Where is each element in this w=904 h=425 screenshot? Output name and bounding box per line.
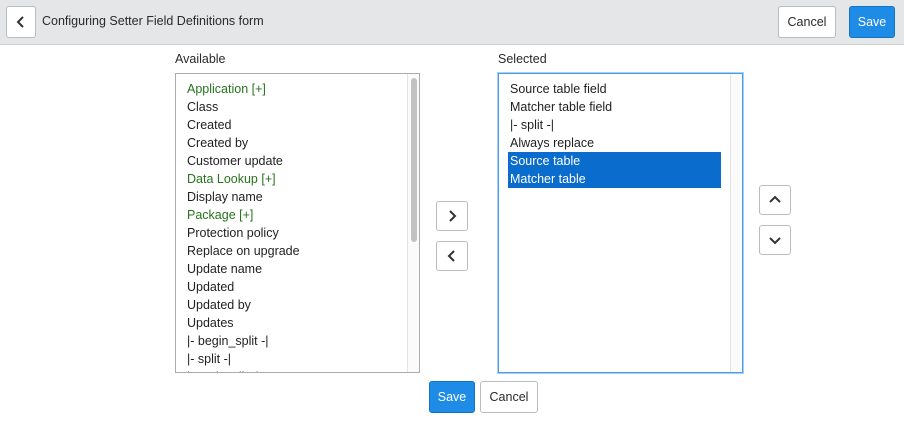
selected-item[interactable]: Matcher table bbox=[508, 170, 721, 188]
page-title: Configuring Setter Field Definitions for… bbox=[42, 14, 264, 28]
available-scrollbar[interactable] bbox=[407, 74, 419, 372]
available-item[interactable]: Customer update bbox=[176, 152, 405, 170]
footer-cancel-button[interactable]: Cancel bbox=[480, 381, 538, 413]
selected-item[interactable]: Source table field bbox=[499, 80, 728, 98]
available-item[interactable]: Display name bbox=[176, 188, 405, 206]
available-item[interactable]: Update name bbox=[176, 260, 405, 278]
available-item[interactable]: Replace on upgrade bbox=[176, 242, 405, 260]
available-item[interactable]: Updated by bbox=[176, 296, 405, 314]
selected-item[interactable]: |- split -| bbox=[499, 116, 728, 134]
scrollbar-thumb[interactable] bbox=[411, 78, 417, 242]
selected-item[interactable]: Always replace bbox=[499, 134, 728, 152]
selected-item[interactable]: Source table bbox=[508, 152, 721, 170]
available-item[interactable]: Data Lookup [+] bbox=[176, 170, 405, 188]
selected-label: Selected bbox=[498, 52, 547, 66]
available-item[interactable]: Created by bbox=[176, 134, 405, 152]
available-item[interactable]: |- begin_split -| bbox=[176, 332, 405, 350]
available-item[interactable]: Updated bbox=[176, 278, 405, 296]
chevron-down-icon bbox=[769, 237, 781, 245]
available-label: Available bbox=[175, 52, 226, 66]
available-item[interactable]: |- split -| bbox=[176, 350, 405, 368]
header-save-button[interactable]: Save bbox=[849, 6, 895, 38]
chevron-right-icon bbox=[449, 210, 457, 222]
chevron-up-icon bbox=[769, 195, 781, 203]
available-item[interactable]: Application [+] bbox=[176, 80, 405, 98]
available-item[interactable]: Class bbox=[176, 98, 405, 116]
available-item[interactable]: Package [+] bbox=[176, 206, 405, 224]
available-item[interactable]: Protection policy bbox=[176, 224, 405, 242]
header-cancel-button[interactable]: Cancel bbox=[778, 6, 836, 38]
available-item[interactable]: Created bbox=[176, 116, 405, 134]
chevron-left-icon bbox=[447, 250, 455, 262]
selected-list[interactable]: Source table field Matcher table field |- … bbox=[498, 73, 743, 373]
chevron-left-icon bbox=[16, 16, 24, 28]
back-button[interactable] bbox=[6, 6, 36, 38]
add-to-selected-button[interactable] bbox=[436, 201, 468, 231]
remove-from-selected-button[interactable] bbox=[436, 241, 468, 271]
selected-items: Source table field Matcher table field |- … bbox=[499, 80, 728, 188]
selected-scrollbar[interactable] bbox=[730, 74, 742, 372]
available-items: Application [+] Class Created Created by Cus… bbox=[176, 80, 405, 372]
available-list[interactable]: Application [+] Class Created Created by Cus… bbox=[175, 73, 420, 373]
available-item[interactable]: |- end_split -| bbox=[176, 368, 405, 372]
form-header: Configuring Setter Field Definitions for… bbox=[0, 0, 904, 45]
move-down-button[interactable] bbox=[759, 225, 791, 255]
available-item[interactable]: Updates bbox=[176, 314, 405, 332]
footer-save-button[interactable]: Save bbox=[429, 381, 475, 413]
move-up-button[interactable] bbox=[759, 185, 791, 215]
selected-item[interactable]: Matcher table field bbox=[499, 98, 728, 116]
